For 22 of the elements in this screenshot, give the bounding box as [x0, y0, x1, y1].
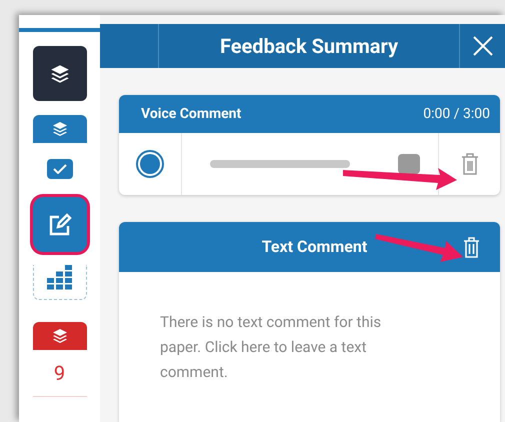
close-icon — [472, 35, 494, 57]
empty-comment-message[interactable]: There is no text comment for this paper. Click here to leave a text comment. — [160, 272, 410, 385]
panel-title: Feedback Summary — [220, 33, 398, 60]
checkbox[interactable] — [46, 159, 72, 179]
card-title: Text Comment — [260, 236, 368, 258]
record-button[interactable] — [136, 150, 164, 178]
grid-button[interactable] — [32, 265, 86, 300]
grid-icon — [46, 265, 73, 290]
card-title: Voice Comment — [141, 104, 242, 124]
edit-button[interactable] — [32, 197, 86, 252]
layers-button[interactable] — [32, 46, 86, 101]
count-label: 9 — [32, 358, 86, 397]
time-counter: 0:00 / 3:00 — [423, 104, 490, 124]
stop-icon[interactable] — [398, 154, 420, 174]
layers-tab[interactable] — [32, 115, 86, 143]
edit-icon — [48, 212, 72, 236]
layers-icon — [50, 64, 70, 84]
layers-tab[interactable] — [32, 322, 86, 350]
check-icon — [52, 164, 66, 174]
layers-icon — [52, 328, 68, 344]
layers-icon — [52, 121, 68, 137]
trash-icon[interactable] — [460, 152, 478, 176]
